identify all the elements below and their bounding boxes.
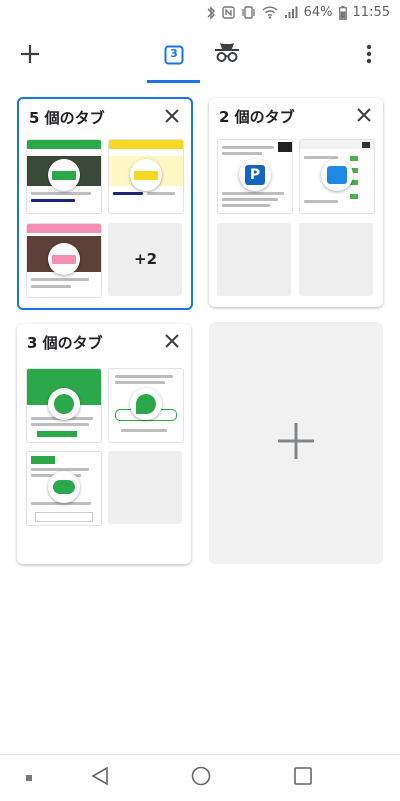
home-icon [191, 766, 211, 790]
battery-icon [338, 5, 347, 20]
system-navigation-bar [0, 754, 400, 801]
recents-icon [294, 767, 312, 789]
more-options-button[interactable] [356, 42, 382, 70]
site-favicon [321, 159, 353, 191]
tab-count: 3 [170, 47, 178, 60]
incognito-icon [213, 40, 241, 68]
tab-thumbnail[interactable] [26, 368, 102, 443]
tab-switcher-toolbar: 3 [0, 28, 400, 82]
close-group-button[interactable] [353, 105, 375, 127]
dot-icon [26, 775, 32, 781]
tab-group-title: 2 個のタブ [219, 108, 295, 126]
plus-icon [20, 44, 40, 68]
more-tabs-tile[interactable]: +2 [108, 223, 182, 296]
dot-button[interactable] [14, 763, 44, 793]
empty-tile [299, 223, 373, 296]
bluetooth-icon [206, 5, 216, 20]
close-group-button[interactable] [161, 106, 183, 128]
tab-thumbnail[interactable] [108, 139, 184, 214]
tab-thumbnail[interactable] [26, 223, 102, 298]
plus-icon [277, 422, 315, 464]
clock: 11:55 [352, 5, 390, 20]
status-bar: 64% 11:55 [0, 0, 400, 26]
tab-group-card[interactable]: 2 個のタブ P [209, 98, 383, 307]
more-vert-icon [366, 44, 372, 68]
site-favicon [48, 388, 80, 420]
site-favicon [48, 159, 80, 191]
nfc-icon [221, 6, 235, 19]
tab-group-title: 3 個のタブ [27, 334, 103, 352]
more-tabs-count: +2 [134, 250, 158, 268]
site-favicon [130, 159, 162, 191]
tab-thumbnail[interactable] [108, 368, 184, 443]
signal-icon [284, 6, 298, 19]
wifi-icon [262, 6, 278, 19]
site-favicon [130, 388, 162, 420]
selected-tab-indicator [147, 80, 200, 83]
close-icon [357, 107, 371, 126]
home-button[interactable] [186, 763, 216, 793]
empty-tile [108, 451, 182, 524]
tab-thumbnail[interactable] [26, 139, 102, 214]
tab-group-card[interactable]: 3 個のタブ [17, 324, 191, 564]
recents-button[interactable] [288, 763, 318, 793]
tab-group-title: 5 個のタブ [29, 109, 105, 127]
close-icon [165, 108, 179, 127]
battery-level: 64% [303, 5, 333, 20]
tab-group-card[interactable]: 5 個のタブ +2 [17, 97, 193, 310]
incognito-tabs-button[interactable] [210, 38, 244, 70]
site-favicon [48, 243, 80, 275]
close-group-button[interactable] [161, 331, 183, 353]
site-favicon: P [239, 159, 271, 191]
new-tab-button[interactable] [16, 42, 44, 70]
normal-tabs-button[interactable]: 3 [158, 40, 190, 70]
close-icon [165, 333, 179, 352]
tab-count-icon: 3 [164, 45, 184, 65]
new-tab-card[interactable] [209, 322, 383, 564]
back-button[interactable] [85, 763, 115, 793]
tab-thumbnail[interactable] [26, 451, 102, 526]
back-icon [90, 766, 110, 790]
empty-tile [217, 223, 291, 296]
tab-thumbnail[interactable] [299, 139, 375, 214]
vibrate-icon [241, 6, 256, 19]
site-favicon [48, 471, 80, 503]
tab-thumbnail[interactable]: P [217, 139, 293, 214]
